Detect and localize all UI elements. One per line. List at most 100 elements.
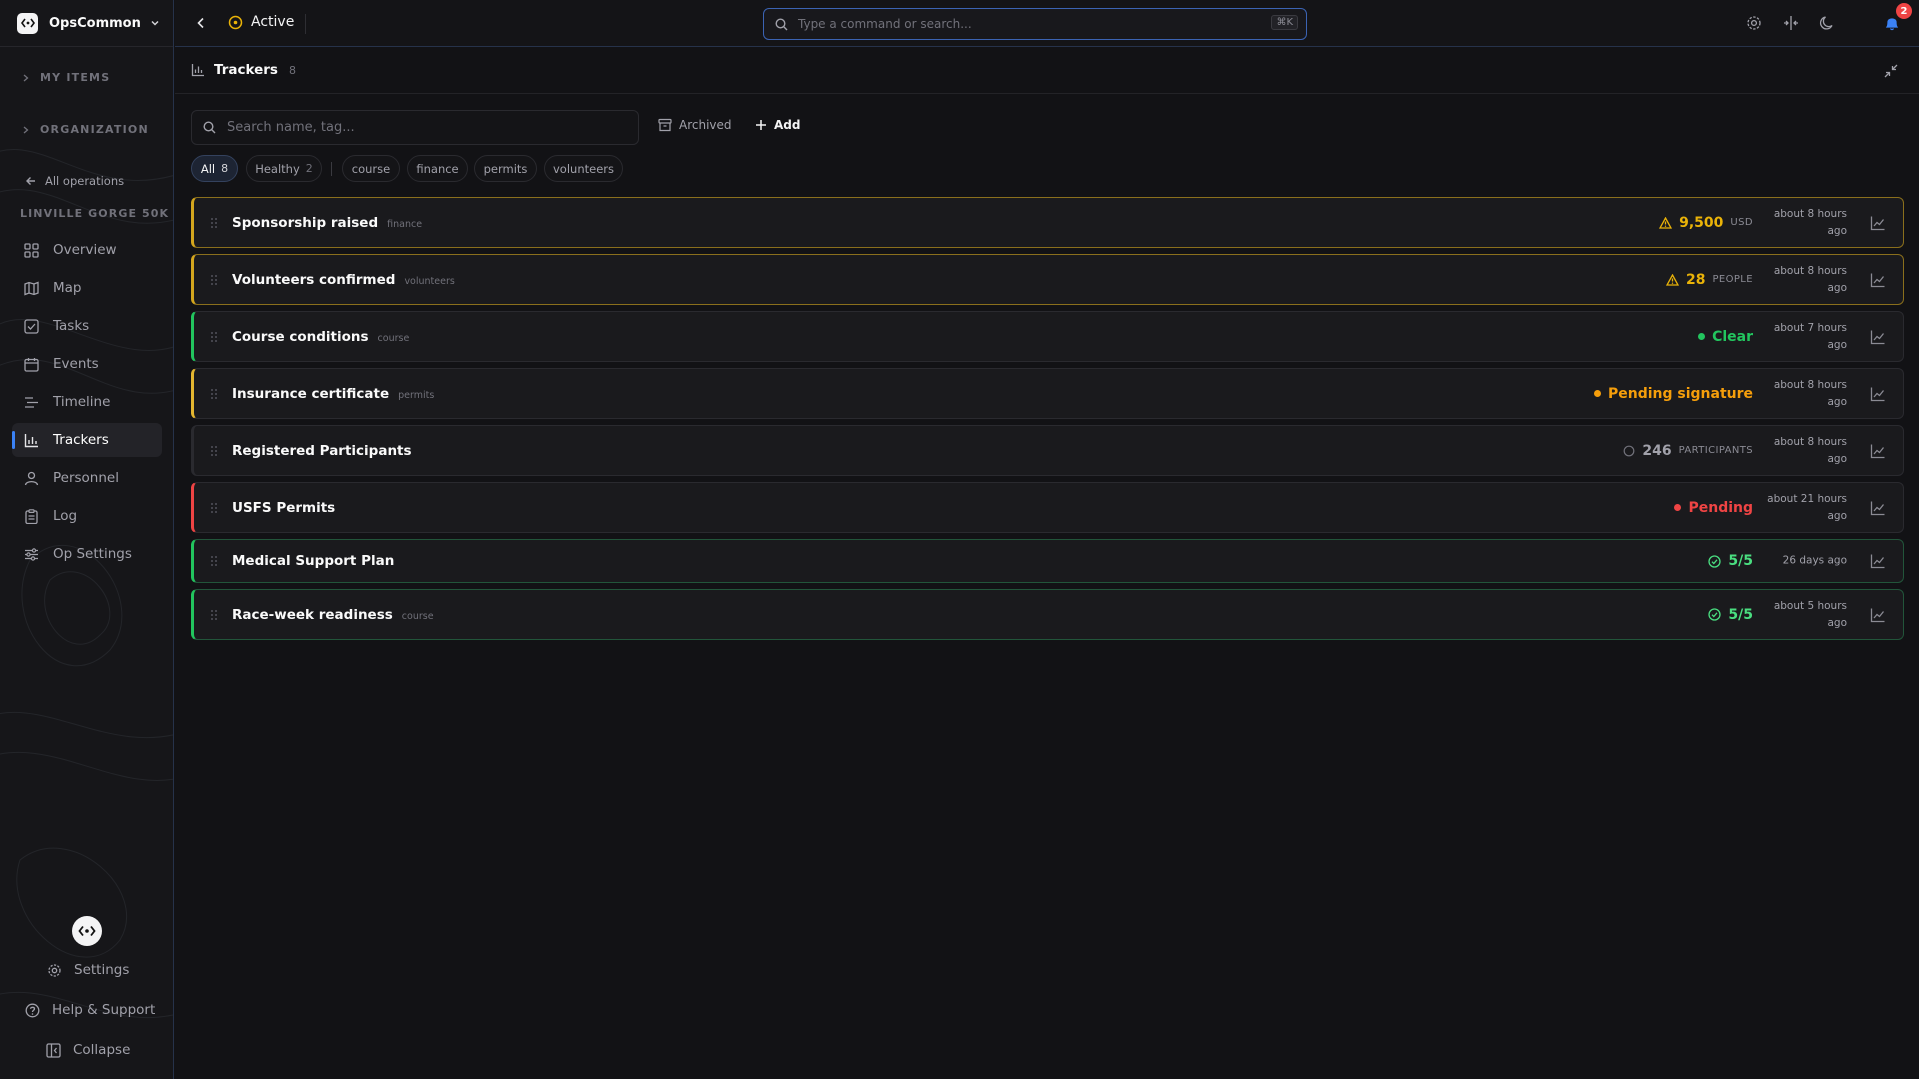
sidebar-item-events[interactable]: Events [12,347,162,381]
trend-chart-icon[interactable] [1870,443,1886,459]
trend-chart-icon[interactable] [1870,553,1886,569]
chevron-down-icon [151,20,159,26]
filter-chip-volunteers[interactable]: volunteers [544,155,623,182]
tracker-search-placeholder: Search name, tag... [227,120,355,135]
trend-chart-icon[interactable] [1870,386,1886,402]
chevron-left-icon[interactable] [194,16,208,30]
drag-handle-icon[interactable] [210,555,218,567]
tracker-name: Medical Support Plan [232,553,394,569]
grid-icon [24,242,39,258]
all-operations-label: All operations [45,174,125,188]
filter-chip-all[interactable]: All 8 [191,155,238,182]
plus-icon [756,120,766,130]
time-line: about 8 hours [1773,207,1847,220]
filter-label: course [351,161,391,176]
settings-button[interactable]: Settings [47,962,129,978]
bar-chart-icon [24,433,38,447]
tracker-row[interactable]: Course conditions course Clear about 7 ho… [191,311,1904,362]
tracker-name: Race-week readiness course [232,607,434,623]
trend-chart-icon[interactable] [1870,215,1886,231]
trend-chart-icon[interactable] [1870,272,1886,288]
filter-chip-healthy[interactable]: Healthy 2 [246,155,322,182]
status-dot [1674,504,1682,511]
search-icon [775,17,788,30]
top-bar: Active Type a command or search... ⌘K 2 [175,0,1919,47]
user-icon [24,471,39,485]
status-dot [1593,390,1601,397]
filter-chip-course[interactable]: course [342,155,400,182]
operation-status[interactable]: Active [228,14,294,30]
map-icon [24,281,39,295]
filter-label: finance [416,161,459,176]
crosshair-icon[interactable] [1783,15,1799,31]
settings-label: Settings [74,962,130,978]
command-search-input[interactable]: Type a command or search... ⌘K [763,8,1307,40]
time-line: ago [1827,338,1847,351]
time-line: ago [1827,616,1847,629]
workspace-switcher[interactable]: OpsCommon [0,0,173,47]
tracker-updated-time: about 21 hours ago [1767,491,1847,525]
check-circle-icon [1708,608,1722,621]
tracker-row[interactable]: Registered Participants 246 PARTICIPANTS… [191,425,1904,476]
gear-icon[interactable] [1746,15,1762,31]
tracker-count: 8 [288,63,296,77]
sidebar-item-overview[interactable]: Overview [12,233,162,267]
minimize-icon[interactable] [1883,63,1899,79]
tracker-unit: PARTICIPANTS [1678,445,1753,456]
sidebar-item-label: Tasks [53,318,90,334]
drag-handle-icon[interactable] [210,388,218,400]
app-logo-icon [17,12,38,34]
sidebar-item-timeline[interactable]: Timeline [12,385,162,419]
all-operations-link[interactable]: All operations [25,174,124,188]
tracker-name-text: Course conditions [232,328,369,345]
trend-chart-icon[interactable] [1870,329,1886,345]
archived-button[interactable]: Archived [658,118,732,132]
collapse-button[interactable]: Collapse [46,1042,130,1058]
calendar-icon [24,357,39,372]
filter-chip-finance[interactable]: finance [407,155,468,182]
tracker-name-text: Medical Support Plan [232,553,395,569]
sidebar-item-label: Overview [53,242,117,258]
add-tracker-button[interactable]: Add [755,118,800,132]
bell-icon[interactable] [1884,15,1900,31]
tracker-search-input[interactable]: Search name, tag... [191,110,639,145]
sidebar-item-trackers[interactable]: Trackers [12,423,162,457]
drag-handle-icon[interactable] [210,331,218,343]
tracker-row[interactable]: USFS Permits Pending about 21 hours ago [191,482,1904,533]
check-square-icon [24,318,39,334]
trend-chart-icon[interactable] [1870,607,1886,623]
tracker-row[interactable]: Medical Support Plan 5/5 26 days ago [191,539,1904,583]
help-support-button[interactable]: Help & Support [25,1002,155,1018]
sidebar-item-personnel[interactable]: Personnel [12,461,162,495]
tracker-updated-time: about 8 hours ago [1767,206,1847,240]
tracker-row[interactable]: Race-week readiness course 5/5 about 5 ho… [191,589,1904,640]
tracker-row[interactable]: Volunteers confirmed volunteers 28 PEOPLE… [191,254,1904,305]
tracker-row[interactable]: Insurance certificate permits Pending sig… [191,368,1904,419]
sidebar-item-map[interactable]: Map [12,271,162,305]
tracker-tag: finance [387,218,423,230]
help-support-label: Help & Support [52,1002,156,1018]
drag-handle-icon[interactable] [210,502,218,514]
sidebar-item-log[interactable]: Log [12,499,162,533]
sidebar-item-tasks[interactable]: Tasks [12,309,162,343]
drag-handle-icon[interactable] [210,217,218,229]
filter-chip-permits[interactable]: permits [474,155,537,182]
drag-handle-icon[interactable] [210,274,218,286]
tracker-name-text: Registered Participants [232,442,412,459]
drag-handle-icon[interactable] [210,609,218,621]
tracker-name: Course conditions course [232,329,409,345]
section-organization[interactable]: ORGANIZATION [22,123,149,136]
time-line: about 21 hours [1767,492,1847,505]
moon-icon[interactable] [1819,15,1835,31]
trend-chart-icon[interactable] [1870,500,1886,516]
tracker-value-number: 5/5 [1728,553,1753,569]
sidebar-item-op-settings[interactable]: Op Settings [12,537,162,571]
time-line: ago [1827,224,1847,237]
sidebar: OpsCommon MY ITEMS ORGANIZATION All oper… [0,0,174,1079]
tracker-name-text: Insurance certificate [232,385,390,402]
drag-handle-icon[interactable] [210,445,218,457]
section-my-items[interactable]: MY ITEMS [22,71,110,84]
sidebar-item-label: Log [53,508,78,524]
filter-label: volunteers [553,161,614,176]
tracker-row[interactable]: Sponsorship raised finance 9,500 USD abou… [191,197,1904,248]
